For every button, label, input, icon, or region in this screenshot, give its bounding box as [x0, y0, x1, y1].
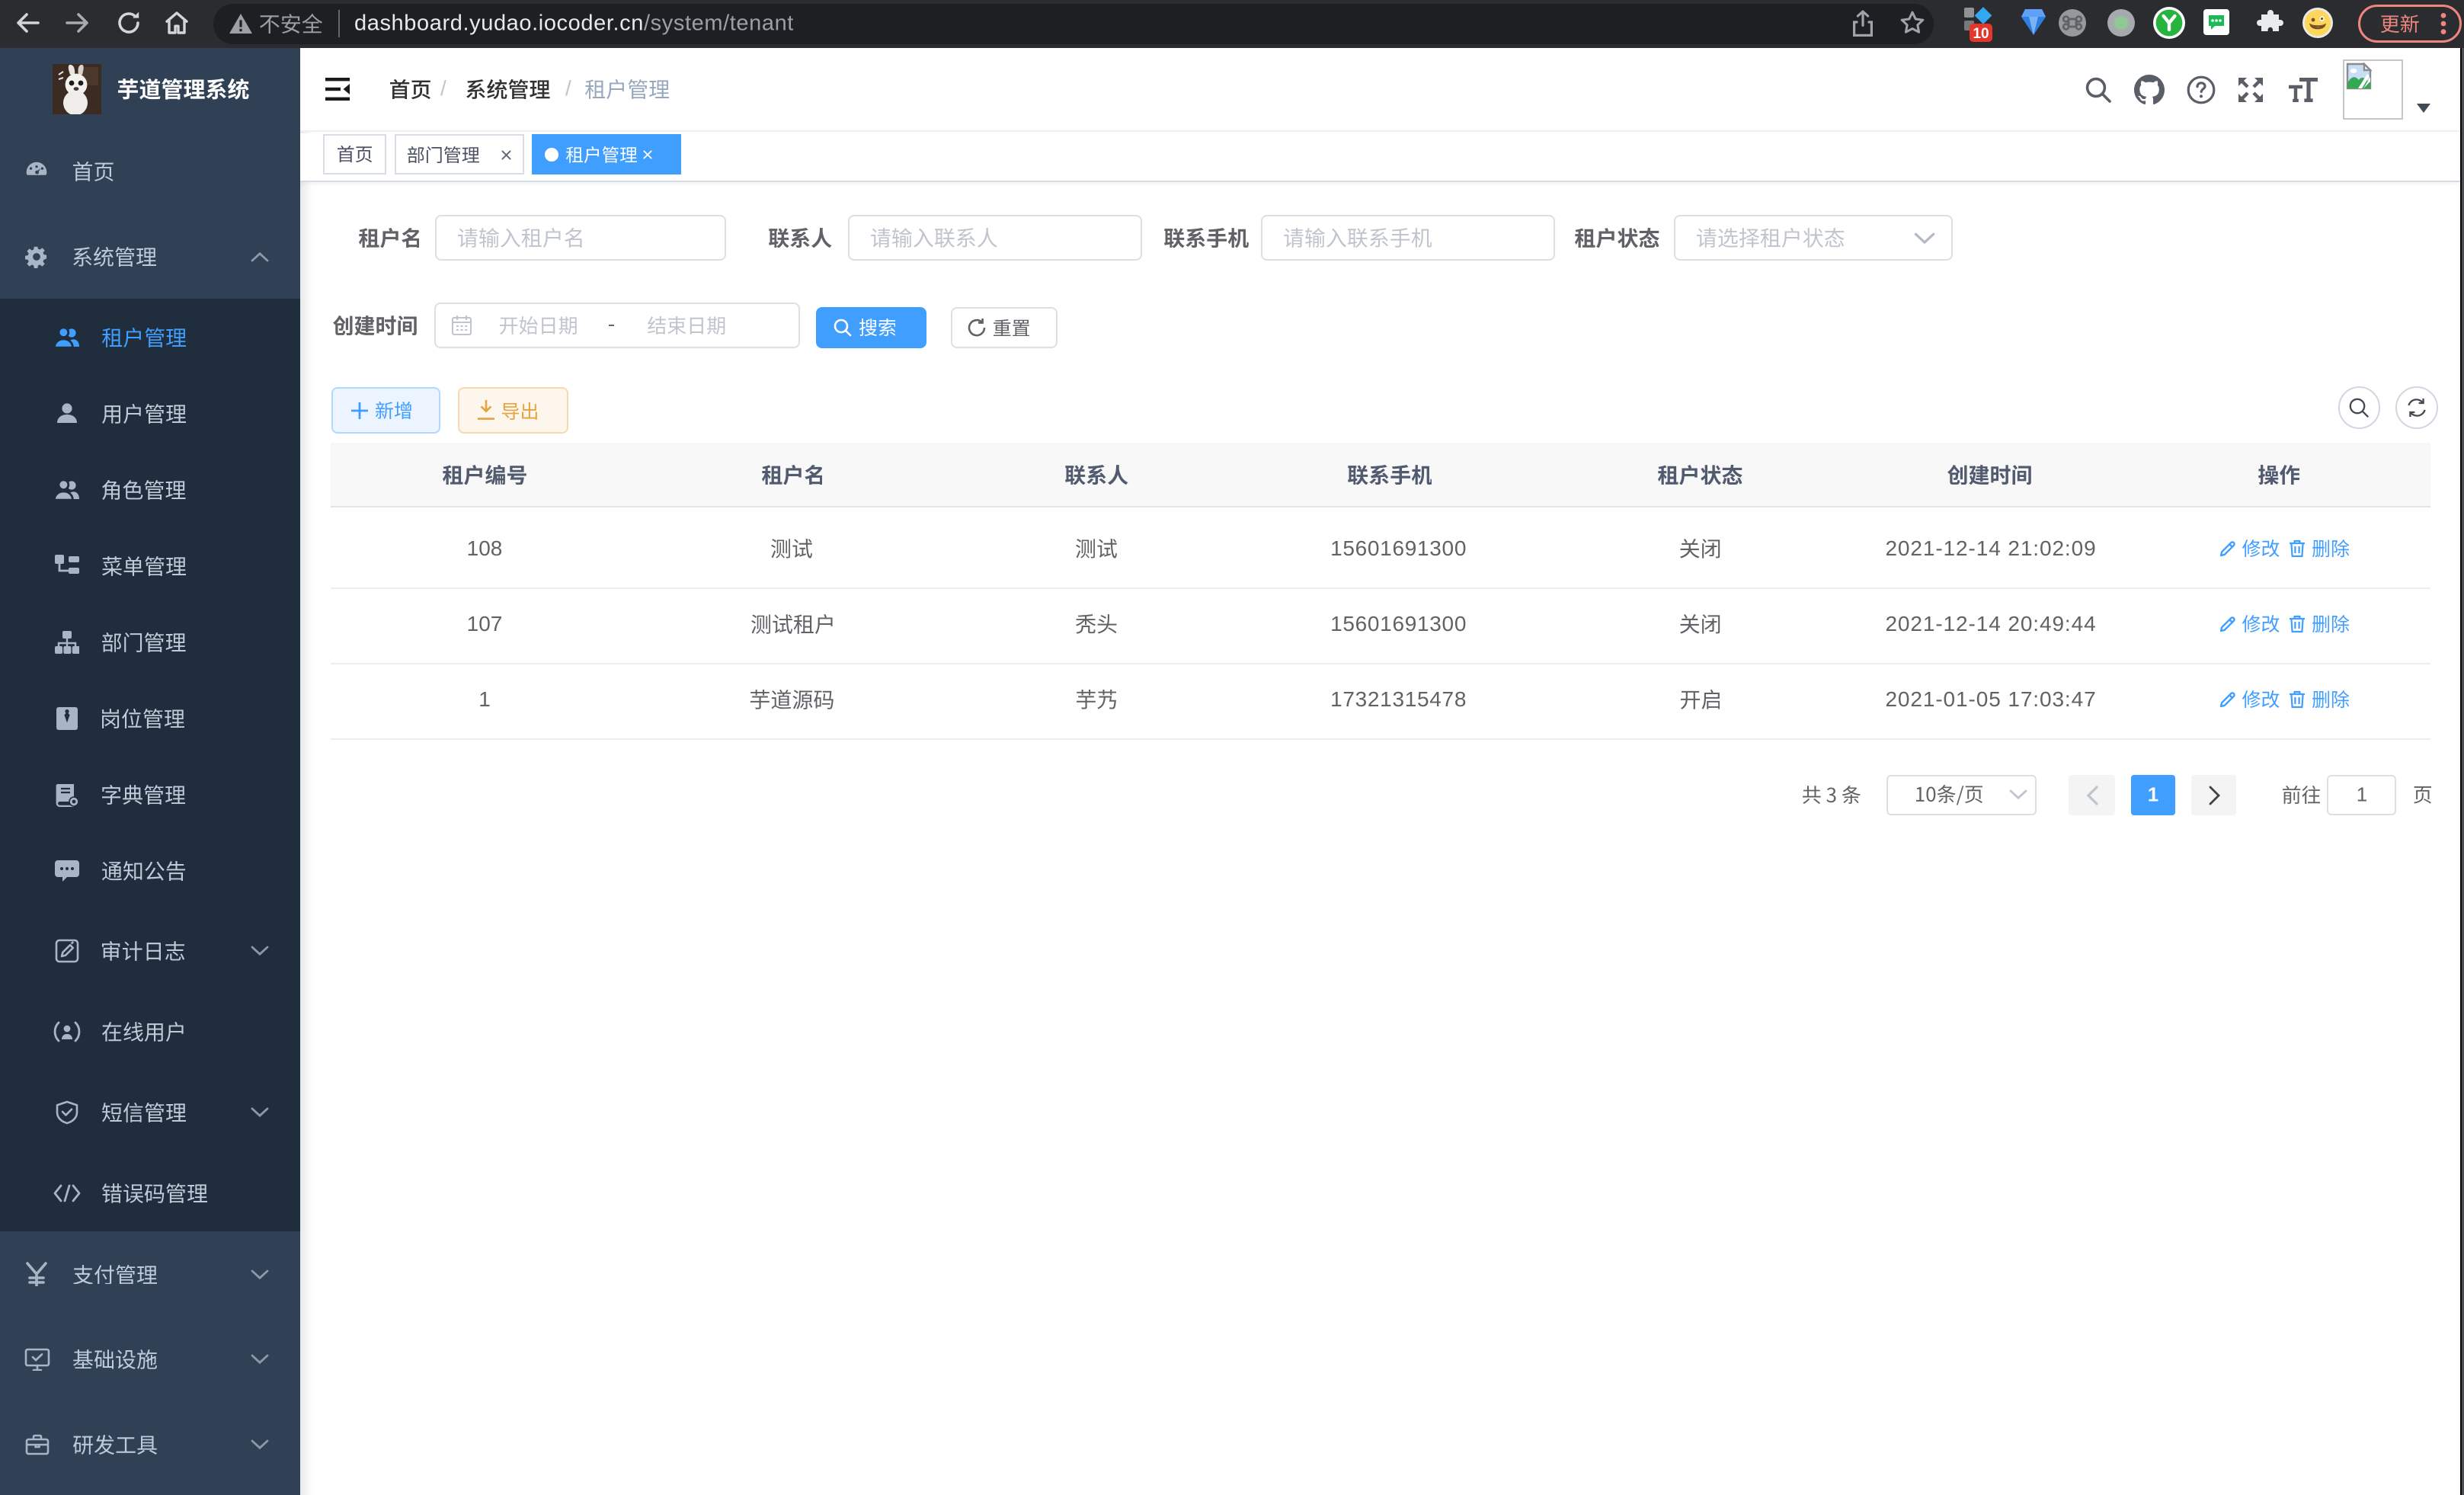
svg-text:10: 10	[1973, 26, 1989, 42]
